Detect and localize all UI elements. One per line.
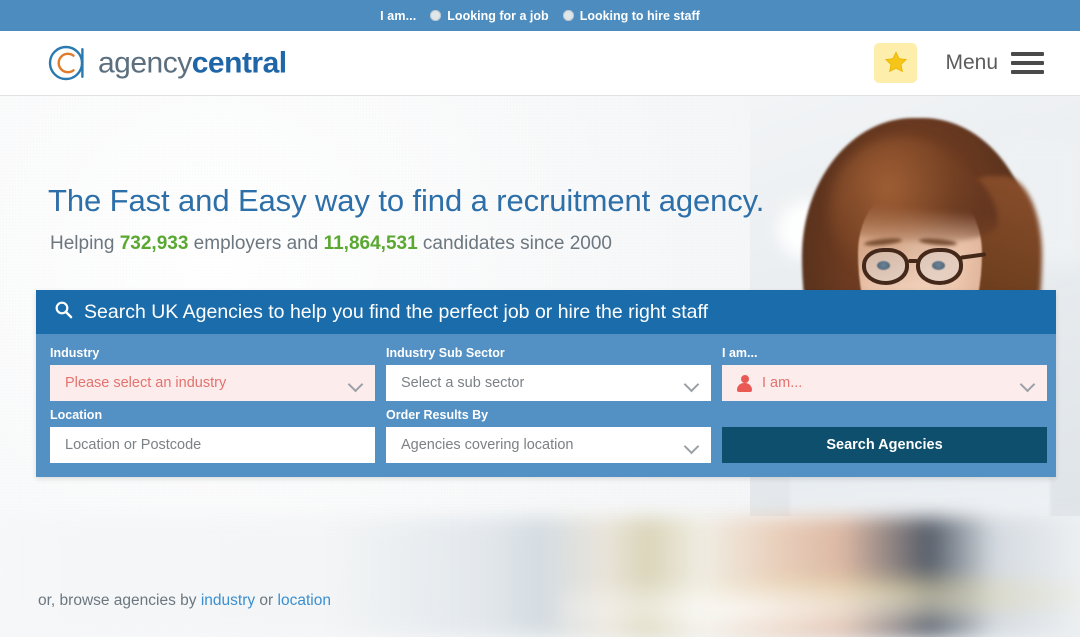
favorites-button[interactable] (874, 43, 918, 83)
site-logo-text: agencycentral (98, 48, 287, 78)
search-panel-title: Search UK Agencies to help you find the … (84, 300, 709, 323)
browse-location-link[interactable]: location (278, 592, 331, 609)
browse-industry-link[interactable]: industry (201, 592, 255, 609)
location-label: Location (50, 408, 103, 422)
browse-line: or, browse agencies by industry or locat… (38, 592, 331, 610)
hero-subheadline: Helping 732,933 employers and 11,864,531… (50, 233, 612, 255)
industry-value: Please select an industry (65, 375, 227, 391)
top-bar-inner: I am... Looking for a job Looking to hir… (380, 9, 700, 23)
star-icon (884, 50, 908, 77)
search-row-1: Industry Please select an industry Indus… (50, 346, 1047, 401)
chevron-down-icon[interactable] (683, 438, 700, 455)
field-group-order-by: Order Results By Agencies covering locat… (386, 408, 711, 463)
field-group-sub-sector: Industry Sub Sector Select a sub sector (386, 346, 711, 401)
hero-headline: The Fast and Easy way to find a recruitm… (48, 183, 765, 218)
search-row-2: Location Location or Postcode Order Resu… (50, 408, 1047, 463)
field-group-submit: Search Agencies (722, 408, 1047, 463)
location-placeholder: Location or Postcode (65, 437, 202, 453)
hero-sub-mid: employers and (188, 233, 324, 254)
person-icon (737, 375, 752, 392)
field-group-i-am: I am... I am... (722, 346, 1047, 401)
order-by-select[interactable]: Agencies covering location (386, 427, 711, 463)
i-am-value: I am... (762, 375, 803, 391)
radio-looking-for-a-job-label: Looking for a job (447, 8, 549, 23)
site-header: agencycentral Menu (0, 31, 1080, 96)
i-am-field-label: I am... (722, 346, 758, 360)
chevron-down-icon[interactable] (347, 376, 364, 393)
search-panel-body: Industry Please select an industry Indus… (36, 334, 1056, 477)
agency-central-c-logo-icon (48, 44, 87, 83)
search-agencies-button[interactable]: Search Agencies (722, 427, 1047, 463)
menu-button[interactable]: Menu (945, 51, 1044, 75)
agency-search-panel: Search UK Agencies to help you find the … (36, 290, 1056, 477)
sub-sector-value: Select a sub sector (401, 375, 525, 391)
hero-sub-prefix: Helping (50, 233, 120, 254)
radio-looking-to-hire-staff[interactable]: Looking to hire staff (562, 8, 700, 23)
i-am-label: I am... (380, 8, 417, 23)
industry-select[interactable]: Please select an industry (50, 365, 375, 401)
candidates-count: 11,864,531 (323, 233, 418, 254)
radio-looking-for-a-job[interactable]: Looking for a job (430, 8, 549, 23)
sub-sector-label: Industry Sub Sector (386, 346, 505, 360)
radio-dot-icon[interactable] (430, 10, 442, 21)
logo-word-agency: agency (98, 46, 192, 79)
menu-label: Menu (945, 51, 998, 74)
field-group-industry: Industry Please select an industry (50, 346, 375, 401)
site-logo[interactable]: agencycentral (48, 44, 287, 83)
industry-label: Industry (50, 346, 100, 360)
field-group-location: Location Location or Postcode (50, 408, 375, 463)
location-input-wrap[interactable]: Location or Postcode (50, 427, 375, 463)
page-root: I am... Looking for a job Looking to hir… (0, 0, 1080, 637)
logo-word-central: central (191, 46, 287, 79)
employers-count: 732,933 (119, 233, 189, 254)
top-bar: I am... Looking for a job Looking to hir… (0, 0, 1080, 31)
hero-desk-highlight (560, 567, 1080, 637)
sub-sector-select[interactable]: Select a sub sector (386, 365, 711, 401)
chevron-down-icon[interactable] (683, 376, 700, 393)
order-by-value: Agencies covering location (401, 437, 574, 453)
hero-sub-suffix: candidates since 2000 (417, 233, 613, 254)
radio-dot-icon[interactable] (562, 10, 574, 21)
search-icon (54, 300, 73, 324)
chevron-down-icon[interactable] (1019, 376, 1036, 393)
order-by-label: Order Results By (386, 408, 489, 422)
search-panel-header: Search UK Agencies to help you find the … (36, 290, 1056, 334)
hamburger-icon[interactable] (1011, 52, 1044, 74)
radio-looking-to-hire-staff-label: Looking to hire staff (579, 8, 700, 23)
browse-mid: or (255, 592, 278, 609)
i-am-select[interactable]: I am... (722, 365, 1047, 401)
browse-prefix: or, browse agencies by (38, 592, 201, 609)
header-actions: Menu (874, 43, 1044, 83)
